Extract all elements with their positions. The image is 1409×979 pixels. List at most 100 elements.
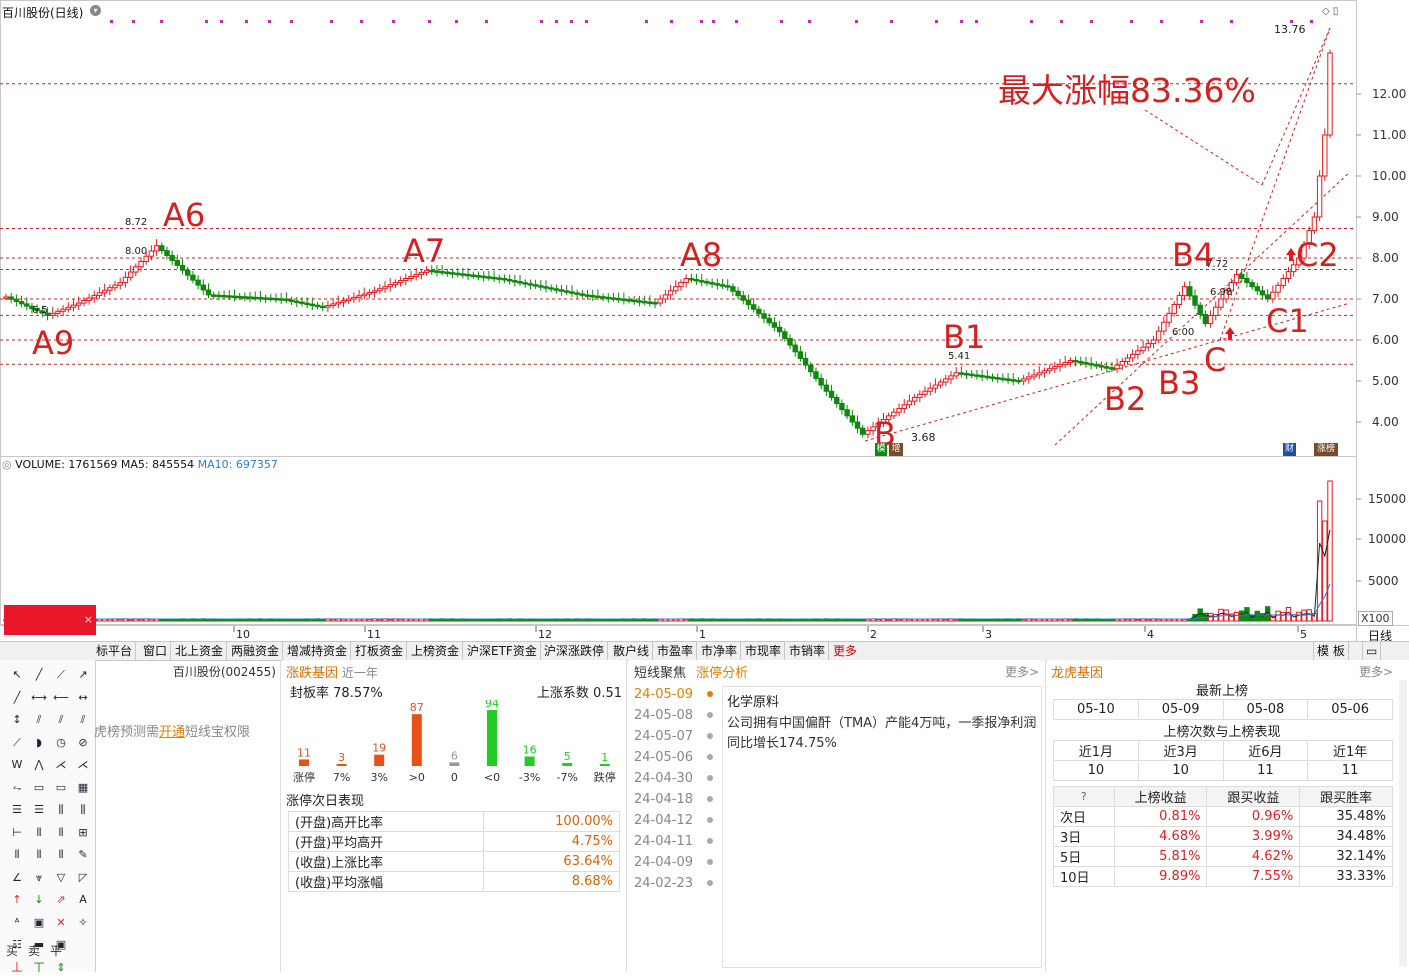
- hray-icon[interactable]: ⟵: [50, 687, 72, 709]
- news-date-item[interactable]: 24-05-07: [628, 726, 720, 747]
- volume-collapse-icon[interactable]: ◎: [2, 458, 12, 471]
- grid-icon[interactable]: ▦: [72, 777, 94, 799]
- buy-mark-icon[interactable]: 丄: [6, 957, 28, 979]
- news-date-item[interactable]: 24-04-18: [628, 789, 720, 810]
- gp-icon[interactable]: ▭: [28, 777, 50, 799]
- flat-label[interactable]: 平: [50, 942, 62, 959]
- pitchfork-icon[interactable]: ⋌: [50, 754, 72, 776]
- text-box-icon[interactable]: ᴬ: [6, 912, 28, 934]
- tab-etf-funds[interactable]: 沪深ETF资金: [464, 642, 541, 660]
- parallel-icon[interactable]: ⫽: [50, 709, 72, 731]
- tab-pcf[interactable]: 市现率: [742, 642, 786, 660]
- fib-icon[interactable]: ⫽: [28, 709, 50, 731]
- templates-button[interactable]: 模 板: [1313, 642, 1349, 660]
- fib-ext-icon[interactable]: ☰: [28, 799, 50, 821]
- tab-holding-change[interactable]: 增减持资金: [284, 642, 352, 660]
- cycle-icon[interactable]: ⦀: [50, 822, 72, 844]
- sell-label[interactable]: 卖: [28, 942, 40, 959]
- circle-icon[interactable]: ◷: [50, 732, 72, 754]
- triangle-icon[interactable]: ▽: [50, 867, 72, 889]
- activate-link[interactable]: 开通: [159, 725, 185, 740]
- magic-icon[interactable]: ✧: [72, 912, 94, 934]
- fan-icon[interactable]: ⫼: [72, 799, 94, 821]
- down-angle-icon[interactable]: ⩔: [28, 867, 50, 889]
- zigzag-icon[interactable]: ⋀: [28, 754, 50, 776]
- tab-platform[interactable]: 标平台: [93, 642, 137, 660]
- sell-mark-icon[interactable]: 丅: [28, 957, 50, 979]
- news-date-item[interactable]: 24-05-08: [628, 705, 720, 726]
- news-date-item[interactable]: 24-04-12: [628, 810, 720, 831]
- help-icon[interactable]: ?: [1053, 786, 1115, 807]
- lhb-more-link[interactable]: 更多>: [1359, 663, 1393, 680]
- tab-list-funds[interactable]: 上榜资金: [408, 642, 464, 660]
- buy-label[interactable]: 买: [6, 942, 18, 959]
- brush-icon[interactable]: ✎: [72, 844, 94, 866]
- delete-icon[interactable]: ✕: [50, 912, 72, 934]
- tab-ps[interactable]: 市销率: [786, 642, 830, 660]
- news-date-item[interactable]: 24-05-06: [628, 747, 720, 768]
- news-date-item[interactable]: 24-04-30: [628, 768, 720, 789]
- lines2-icon[interactable]: ⦀: [28, 844, 50, 866]
- chevron-down-icon[interactable]: ▾: [90, 5, 101, 16]
- tab-retail-line[interactable]: 散户线: [610, 642, 654, 660]
- hline-icon[interactable]: ⟷: [28, 687, 50, 709]
- triangle2-icon[interactable]: ◸: [72, 867, 94, 889]
- zhangdie-title[interactable]: 涨跌基因: [286, 666, 338, 681]
- speed-icon[interactable]: ⫼: [50, 799, 72, 821]
- tab-window[interactable]: 窗口: [140, 642, 172, 660]
- cursor-icon[interactable]: ↖: [6, 664, 28, 686]
- tab-margin[interactable]: 两融资金: [228, 642, 284, 660]
- vline-icon[interactable]: ↕: [6, 709, 28, 731]
- news-date-item[interactable]: 24-04-09: [628, 852, 720, 873]
- rect-icon[interactable]: ▣: [28, 912, 50, 934]
- lines-icon[interactable]: ⦀: [6, 844, 28, 866]
- close-icon[interactable]: ×: [84, 613, 93, 626]
- angle-icon[interactable]: ∠: [6, 867, 28, 889]
- period-icon[interactable]: ⥊: [6, 777, 28, 799]
- news-date-item[interactable]: 24-04-11: [628, 831, 720, 852]
- arc-icon[interactable]: ◗: [28, 732, 50, 754]
- tab-limit-updown[interactable]: 沪深涨跌停: [541, 642, 609, 660]
- ga-icon[interactable]: ▭: [50, 777, 72, 799]
- tab-northbound[interactable]: 北上资金: [172, 642, 228, 660]
- segment-icon[interactable]: ╱: [6, 687, 28, 709]
- flag-icon[interactable]: ⇗: [50, 889, 72, 911]
- lhb-scrollbar[interactable]: [1399, 680, 1407, 966]
- bars-icon[interactable]: ⦀: [28, 822, 50, 844]
- flat-mark-icon[interactable]: ⇕: [50, 957, 72, 979]
- badge-zhangbang[interactable]: 涨榜: [1314, 443, 1338, 456]
- news-date-item[interactable]: 24-05-09: [628, 684, 720, 705]
- arrow-line-icon[interactable]: ↗: [72, 664, 94, 686]
- line-icon[interactable]: ╱: [28, 664, 50, 686]
- promo-banner[interactable]: ×: [4, 605, 96, 635]
- tab-limit-analysis[interactable]: 涨停分析: [696, 666, 748, 681]
- measure-icon[interactable]: ⊢: [6, 822, 28, 844]
- ellipse-icon[interactable]: ⊘: [72, 732, 94, 754]
- ray-icon[interactable]: ⟋: [50, 664, 72, 686]
- tab-pe[interactable]: 市盈率: [654, 642, 698, 660]
- down-arrow-icon[interactable]: ↓: [28, 889, 50, 911]
- fib-retrace-icon[interactable]: ☰: [6, 799, 28, 821]
- up-arrow-icon[interactable]: ↑: [6, 889, 28, 911]
- news-date-item[interactable]: 24-02-23: [628, 873, 720, 894]
- lines3-icon[interactable]: ⦀: [50, 844, 72, 866]
- gann-icon[interactable]: ⋌: [72, 754, 94, 776]
- chart-settings-icon[interactable]: ◇ ▯: [1322, 6, 1338, 17]
- badge-mo[interactable]: 模: [875, 443, 887, 456]
- kline-chart-area[interactable]: 12.00 11.00 10.00 9.00 8.00 7.00 6.00 5.00 4.00 …: [0, 0, 1409, 660]
- text-icon[interactable]: A: [72, 889, 94, 911]
- window-icon[interactable]: ▭: [1362, 642, 1382, 660]
- badge-cai[interactable]: 财: [1283, 443, 1296, 456]
- wave-icon[interactable]: W: [6, 754, 28, 776]
- news-more-link[interactable]: 更多>: [1005, 663, 1039, 680]
- ruler-icon[interactable]: ⊞: [72, 822, 94, 844]
- hsegment-icon[interactable]: ↔: [72, 687, 94, 709]
- tab-pb[interactable]: 市净率: [698, 642, 742, 660]
- tab-short-focus[interactable]: 短线聚焦: [634, 666, 686, 681]
- tab-more[interactable]: 更多: [830, 642, 860, 660]
- zhangdie-bar-label-1: 7%: [333, 771, 350, 784]
- pen-icon[interactable]: ⟋: [6, 732, 28, 754]
- badge-zeng[interactable]: 增: [889, 443, 903, 456]
- channel-icon[interactable]: ⫽: [72, 709, 94, 731]
- tab-limit-funds[interactable]: 打板资金: [352, 642, 408, 660]
